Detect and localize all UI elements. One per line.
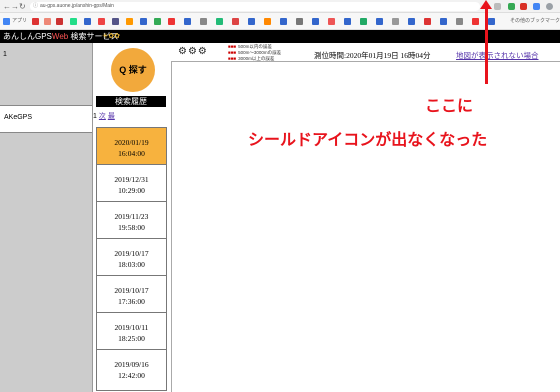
pager-last-link[interactable]: 最 — [108, 113, 115, 120]
address-bar[interactable]: ⓘ au-gps.auone.jp/anshin-gps/Main — [30, 2, 480, 11]
browser-toolbar: ← → ↻ ⓘ au-gps.auone.jp/anshin-gps/Main — [0, 0, 560, 13]
bookmark-icon[interactable] — [424, 18, 431, 25]
bookmark-icon[interactable] — [456, 18, 463, 25]
annotation-arrow — [485, 4, 488, 84]
device-name: AKeGPS — [4, 114, 33, 121]
bookmark-icon[interactable] — [296, 18, 303, 25]
history-heading: 検索履歴 — [96, 96, 166, 107]
bookmark-icon[interactable] — [440, 18, 447, 25]
back-icon[interactable]: ← — [3, 0, 11, 13]
extension-icon[interactable] — [533, 3, 540, 10]
bookmark-icon[interactable] — [488, 18, 495, 25]
map-help-link[interactable]: 地図が表示されない場合 — [456, 50, 539, 61]
bookmark-icon[interactable] — [200, 18, 207, 25]
bookmark-icon[interactable] — [56, 18, 63, 25]
bookmark-icon[interactable] — [328, 18, 335, 25]
bookmark-icon[interactable] — [126, 18, 133, 25]
pager-next-link[interactable]: 次 — [99, 113, 106, 120]
column-divider — [171, 61, 172, 392]
bookmark-icon[interactable] — [280, 18, 287, 25]
bookmark-icon[interactable] — [84, 18, 91, 25]
header-icons[interactable]: ☀✿✿ — [102, 32, 120, 41]
bookmark-icon[interactable] — [70, 18, 77, 25]
device-count: 1 — [3, 51, 7, 58]
profile-icon[interactable] — [546, 3, 553, 10]
annotation-text: シールドアイコンが出なくなった — [248, 132, 488, 149]
bookmark-icon[interactable] — [264, 18, 271, 25]
gmail-icon[interactable] — [520, 3, 527, 10]
bookmark-icon[interactable] — [392, 18, 399, 25]
bookmark-icon[interactable] — [168, 18, 175, 25]
url-text: au-gps.auone.jp/anshin-gps/Main — [40, 3, 114, 9]
apps-icon[interactable] — [3, 18, 10, 25]
bookmarks-bar: アプリ その他のブックマーク — [0, 13, 560, 30]
history-item[interactable]: 2019/09/16 12:42:00 — [96, 349, 167, 391]
bookmark-icon[interactable] — [98, 18, 105, 25]
accuracy-legend: ■■■ 500m以内の誤差 ■■■ 500m～3000mの誤差 ■■■ 3000m以上… — [228, 44, 282, 61]
device-list: 1 AKeGPS — [0, 43, 92, 392]
bookmark-icon[interactable] — [232, 18, 239, 25]
bookmark-icon[interactable] — [154, 18, 161, 25]
annotation-text: ここに — [425, 98, 474, 115]
bookmark-icon[interactable] — [408, 18, 415, 25]
history-item[interactable]: 2019/12/31 10:29:00 — [96, 164, 167, 206]
info-icon[interactable]: ⓘ — [33, 2, 38, 11]
bookmark-icon[interactable] — [112, 18, 119, 25]
bookmark-icon[interactable] — [248, 18, 255, 25]
bookmark-icon[interactable] — [216, 18, 223, 25]
service-header: あんしんGPSWeb 検索サービス ☀✿✿ — [0, 30, 560, 43]
bookmark-icon[interactable] — [360, 18, 367, 25]
bookmark-icon[interactable] — [140, 18, 147, 25]
bookmark-apps[interactable]: アプリ — [12, 17, 27, 24]
column-divider — [92, 43, 93, 392]
history-pager: 1 次 最 — [93, 113, 115, 120]
bookmark-icon[interactable] — [344, 18, 351, 25]
position-time: 測位時間:2020年01月19日 16時04分 — [314, 51, 431, 60]
bookmark-icon[interactable] — [184, 18, 191, 25]
history-item[interactable]: 2020/01/19 16:04:00 — [96, 127, 167, 169]
bookmark-icon[interactable] — [44, 18, 51, 25]
bookmark-icon[interactable] — [376, 18, 383, 25]
bookmark-icon[interactable] — [312, 18, 319, 25]
settings-icon[interactable]: ⚙⚙⚙ — [178, 46, 208, 57]
history-item[interactable]: 2019/10/11 18:25:00 — [96, 312, 167, 354]
bookmark-other[interactable]: その他のブックマーク — [510, 17, 560, 24]
history-item[interactable]: 2019/10/17 17:36:00 — [96, 275, 167, 317]
device-item[interactable]: AKeGPS — [0, 105, 92, 133]
star-icon[interactable] — [494, 3, 501, 10]
extension-icon[interactable] — [508, 3, 515, 10]
forward-icon[interactable]: → — [11, 0, 19, 13]
bookmark-icon[interactable] — [32, 18, 39, 25]
search-button[interactable]: Q 探す — [111, 48, 155, 92]
map-area-border — [172, 61, 560, 62]
bookmark-icon[interactable] — [472, 18, 479, 25]
history-item[interactable]: 2019/11/23 19:58:00 — [96, 201, 167, 243]
reload-icon[interactable]: ↻ — [19, 0, 26, 13]
history-item[interactable]: 2019/10/17 18:03:00 — [96, 238, 167, 280]
